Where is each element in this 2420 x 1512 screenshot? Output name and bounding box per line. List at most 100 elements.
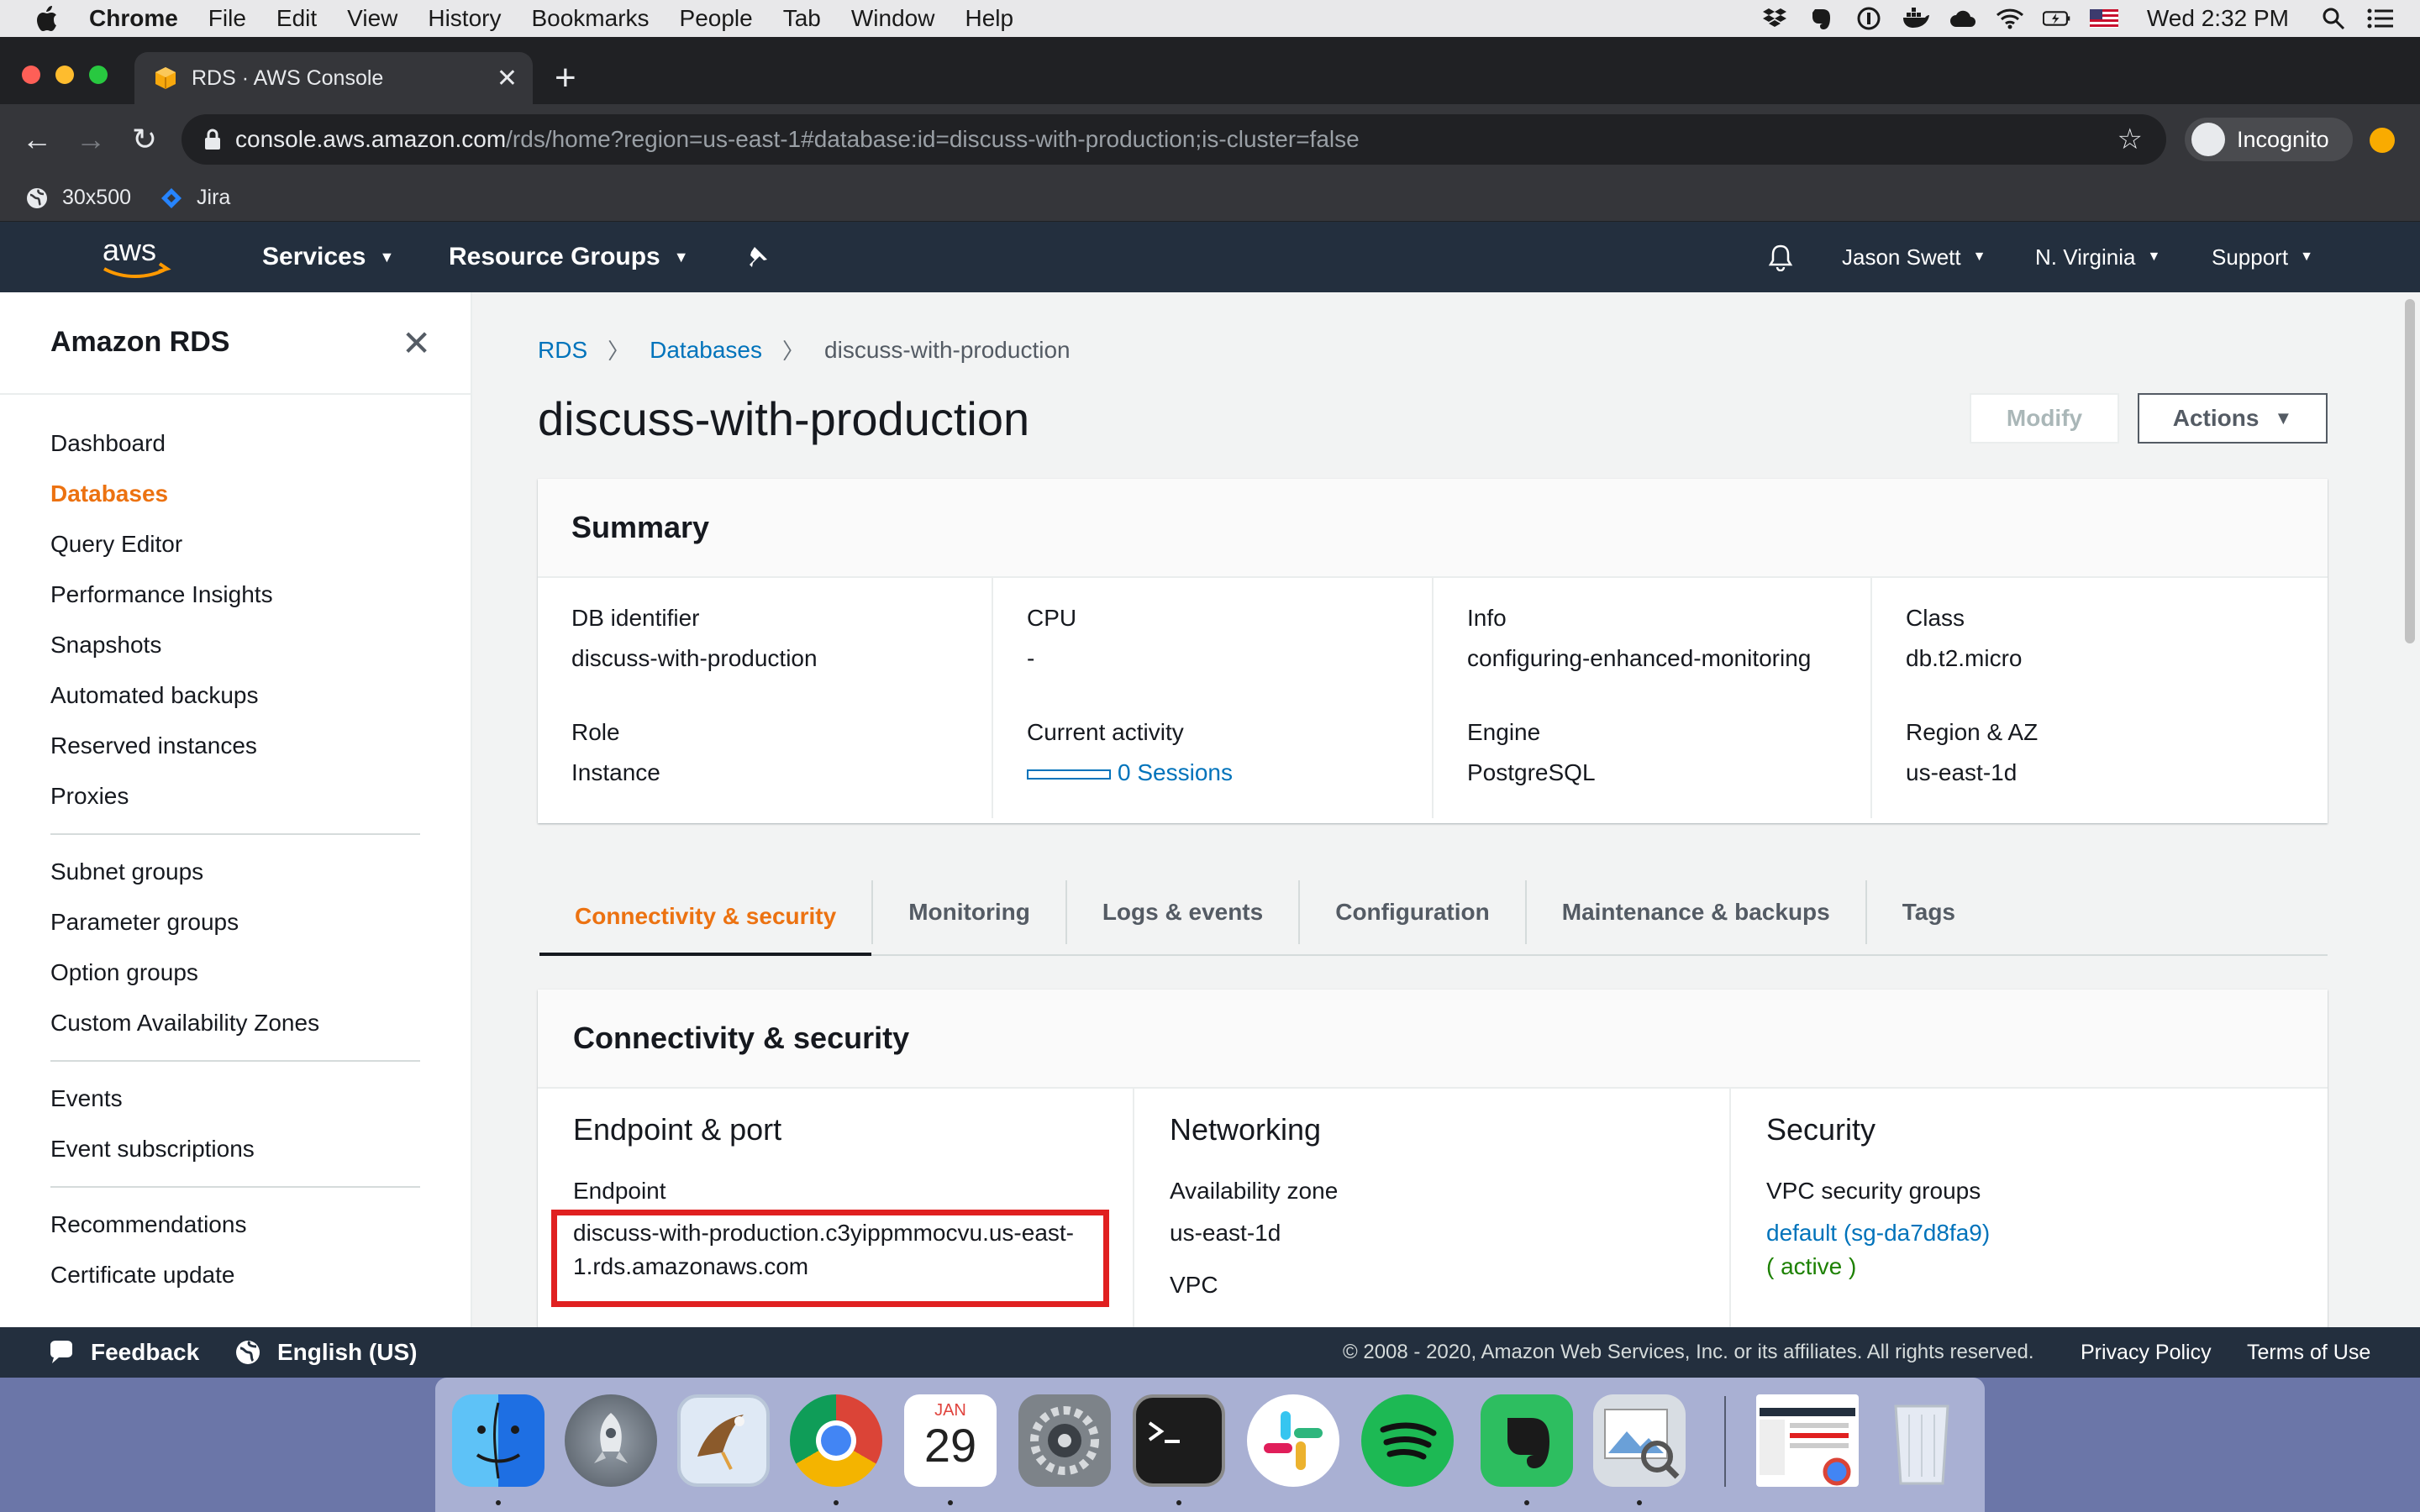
account-menu[interactable]: Jason Swett ▼ (1842, 222, 1986, 292)
menu-tab[interactable]: Tab (783, 5, 821, 32)
sidebar-item-events[interactable]: Events (50, 1074, 420, 1124)
apple-logo-icon[interactable] (34, 4, 59, 33)
menu-view[interactable]: View (347, 5, 397, 32)
breadcrumb-databases[interactable]: Databases (650, 337, 762, 364)
menu-window[interactable]: Window (851, 5, 935, 32)
breadcrumb-rds[interactable]: RDS (538, 337, 587, 364)
resource-groups-menu[interactable]: Resource Groups ▼ (449, 222, 689, 292)
notification-center-icon[interactable] (2366, 6, 2395, 31)
sidebar-item-subnet-groups[interactable]: Subnet groups (50, 847, 420, 897)
tab-configuration[interactable]: Configuration (1298, 880, 1525, 944)
menu-people[interactable]: People (680, 5, 753, 32)
region-menu[interactable]: N. Virginia ▼ (2035, 222, 2160, 292)
feedback-button[interactable]: Feedback (47, 1327, 199, 1378)
system-preferences-icon[interactable] (1018, 1394, 1111, 1487)
sidebar-item-automated-backups[interactable]: Automated backups (50, 670, 420, 721)
reload-icon[interactable]: ↻ (124, 119, 165, 160)
terms-of-use-link[interactable]: Terms of Use (2247, 1327, 2370, 1378)
incognito-profile-button[interactable]: Incognito (2185, 118, 2353, 161)
preview-icon[interactable] (1593, 1394, 1686, 1487)
aws-logo[interactable]: aws (99, 232, 171, 282)
privacy-policy-link[interactable]: Privacy Policy (2081, 1327, 2212, 1378)
services-menu[interactable]: Services ▼ (262, 222, 394, 292)
close-icon[interactable]: ✕ (402, 323, 431, 364)
notifications-bell-icon[interactable] (1766, 222, 1795, 292)
evernote-icon[interactable] (1807, 6, 1836, 31)
calendar-icon[interactable]: JAN 29 (904, 1394, 997, 1487)
docker-icon[interactable] (1902, 6, 1930, 31)
tab-tags[interactable]: Tags (1865, 880, 1991, 944)
window-minimize-button[interactable] (55, 66, 74, 84)
browser-window-thumbnail-icon[interactable] (1756, 1394, 1859, 1487)
browser-tab-rds[interactable]: RDS · AWS Console ✕ (134, 52, 533, 104)
field-role: Role Instance (571, 719, 995, 793)
forward-arrow-icon[interactable]: → (71, 119, 111, 160)
sidebar-item-proxies[interactable]: Proxies (50, 771, 420, 822)
chevron-down-icon: ▼ (673, 248, 689, 265)
menu-history[interactable]: History (428, 5, 501, 32)
evernote-app-icon[interactable] (1481, 1394, 1573, 1487)
menu-app-name[interactable]: Chrome (89, 5, 178, 32)
lock-icon (205, 129, 220, 150)
menu-clock[interactable]: Wed 2:32 PM (2147, 5, 2289, 32)
security-group-link[interactable]: default (sg-da7d8fa9) (1766, 1216, 2328, 1250)
sidebar-item-option-groups[interactable]: Option groups (50, 948, 420, 998)
slack-icon[interactable] (1247, 1394, 1339, 1487)
sidebar-item-parameter-groups[interactable]: Parameter groups (50, 897, 420, 948)
menu-edit[interactable]: Edit (276, 5, 317, 32)
browser-toolbar: ← → ↻ console.aws.amazon.com/rds/home?re… (0, 104, 2420, 175)
battery-icon[interactable] (2042, 6, 2071, 31)
tab-close-icon[interactable]: ✕ (497, 64, 518, 93)
mail-icon[interactable] (677, 1394, 770, 1487)
sidebar-item-dashboard[interactable]: Dashboard (50, 418, 420, 469)
sidebar-item-certificate-update[interactable]: Certificate update (50, 1250, 420, 1300)
back-arrow-icon[interactable]: ← (17, 119, 57, 160)
menu-file[interactable]: File (208, 5, 246, 32)
tab-connectivity-security[interactable]: Connectivity & security (539, 880, 872, 956)
spotlight-search-icon[interactable] (2319, 6, 2348, 31)
spotify-icon[interactable] (1361, 1394, 1454, 1487)
window-close-button[interactable] (22, 66, 40, 84)
chrome-icon[interactable] (790, 1394, 882, 1487)
address-bar[interactable]: console.aws.amazon.com/rds/home?region=u… (182, 114, 2166, 165)
modify-button[interactable]: Modify (1970, 393, 2119, 444)
az-value: us-east-1d (1170, 1220, 1281, 1246)
sidebar-item-event-subscriptions[interactable]: Event subscriptions (50, 1124, 420, 1174)
bookmark-star-icon[interactable]: ☆ (2118, 123, 2143, 156)
language-selector[interactable]: English (US) (234, 1327, 417, 1378)
extension-icon[interactable] (2370, 128, 2395, 153)
macos-menu-bar: Chrome File Edit View History Bookmarks … (0, 0, 2420, 37)
bookmark-30x500[interactable]: 30x500 (25, 186, 131, 210)
sidebar-item-snapshots[interactable]: Snapshots (50, 620, 420, 670)
finder-icon[interactable] (452, 1394, 544, 1487)
terminal-icon[interactable] (1133, 1394, 1225, 1487)
sidebar-item-query-editor[interactable]: Query Editor (50, 519, 420, 570)
incognito-icon (2191, 123, 2225, 156)
sidebar-item-reserved-instances[interactable]: Reserved instances (50, 721, 420, 771)
pin-icon[interactable] (744, 222, 770, 292)
window-zoom-button[interactable] (89, 66, 108, 84)
actions-button[interactable]: Actions ▼ (2138, 393, 2328, 444)
menu-bookmarks[interactable]: Bookmarks (531, 5, 649, 32)
new-tab-plus-icon[interactable]: + (555, 57, 576, 99)
bookmark-jira[interactable]: Jira (160, 186, 230, 210)
tab-logs-events[interactable]: Logs & events (1065, 880, 1298, 944)
trash-icon[interactable] (1876, 1394, 1968, 1487)
1password-icon[interactable] (1854, 6, 1883, 31)
tab-monitoring[interactable]: Monitoring (871, 880, 1065, 944)
support-menu[interactable]: Support ▼ (2212, 222, 2313, 292)
sidebar-item-databases[interactable]: Databases (50, 469, 420, 519)
dropbox-icon[interactable] (1760, 6, 1789, 31)
sidebar-item-performance-insights[interactable]: Performance Insights (50, 570, 420, 620)
tab-maintenance-backups[interactable]: Maintenance & backups (1524, 880, 1865, 944)
us-flag-icon[interactable] (2089, 6, 2118, 31)
scrollbar-thumb[interactable] (2405, 299, 2415, 643)
running-indicator (496, 1500, 501, 1505)
sidebar-item-recommendations[interactable]: Recommendations (50, 1200, 420, 1250)
sessions-link[interactable]: 0 Sessions (1118, 759, 1233, 785)
sidebar-item-custom-availability-zones[interactable]: Custom Availability Zones (50, 998, 420, 1048)
menu-help[interactable]: Help (965, 5, 1013, 32)
launchpad-icon[interactable] (565, 1394, 657, 1487)
wifi-icon[interactable] (1996, 6, 2024, 31)
cloud-icon[interactable] (1949, 6, 1977, 31)
